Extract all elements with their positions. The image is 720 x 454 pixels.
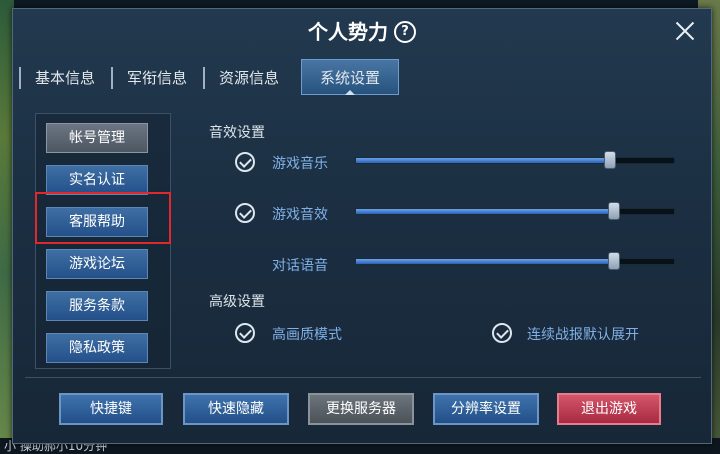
game-forum-button[interactable]: 游戏论坛 xyxy=(46,249,148,279)
resolution-settings-button[interactable]: 分辨率设置 xyxy=(433,393,539,425)
game-music-label: 游戏音乐 xyxy=(272,156,328,172)
slider-handle[interactable] xyxy=(604,151,617,169)
slider-fill xyxy=(356,259,614,264)
auto-expand-report-checkbox[interactable] xyxy=(492,323,512,343)
high-quality-label: 高画质模式 xyxy=(272,327,342,343)
account-management-button[interactable]: 帐号管理 xyxy=(46,123,148,153)
sound-settings-title: 音效设置 xyxy=(209,125,265,141)
high-quality-checkbox[interactable] xyxy=(235,323,255,343)
privacy-policy-button[interactable]: 隐私政策 xyxy=(46,333,148,363)
slider-handle[interactable] xyxy=(607,202,620,220)
game-sfx-label: 游戏音效 xyxy=(272,207,328,223)
real-name-auth-button[interactable]: 实名认证 xyxy=(46,165,148,195)
personal-power-dialog: 个人势力? 基本信息 军衔信息 资源信息 系统设置 帐号管理 实名认证 客服帮助… xyxy=(12,8,712,444)
customer-service-button[interactable]: 客服帮助 xyxy=(46,207,148,237)
game-sfx-checkbox[interactable] xyxy=(235,203,255,223)
slider-fill xyxy=(356,209,614,214)
help-icon[interactable]: ? xyxy=(394,20,416,43)
quick-hide-button[interactable]: 快速隐藏 xyxy=(183,393,289,425)
tab-label: 资源信息 xyxy=(219,68,280,87)
tab-rank-info[interactable]: 军衔信息 xyxy=(111,59,203,95)
dialog-title-bar: 个人势力? xyxy=(13,9,711,55)
advanced-settings-title: 高级设置 xyxy=(209,294,265,310)
close-icon[interactable] xyxy=(673,19,697,43)
slider-handle[interactable] xyxy=(607,252,620,270)
tab-label: 基本信息 xyxy=(35,68,96,87)
dialogue-voice-label: 对话语音 xyxy=(272,258,328,274)
exit-game-button[interactable]: 退出游戏 xyxy=(557,393,661,425)
tab-label: 军衔信息 xyxy=(127,68,188,87)
shortcut-keys-button[interactable]: 快捷键 xyxy=(59,393,163,425)
terms-of-service-button[interactable]: 服务条款 xyxy=(46,291,148,321)
dialog-title: 个人势力 xyxy=(308,20,388,44)
divider xyxy=(25,377,701,378)
auto-expand-report-label: 连续战报默认展开 xyxy=(527,327,639,343)
change-server-button[interactable]: 更换服务器 xyxy=(308,393,414,425)
tab-bar: 基本信息 军衔信息 资源信息 系统设置 xyxy=(19,59,400,95)
game-music-slider[interactable] xyxy=(355,151,675,169)
sidebar-panel: 帐号管理 实名认证 客服帮助 游戏论坛 服务条款 隐私政策 xyxy=(35,113,171,369)
game-music-checkbox[interactable] xyxy=(235,152,255,172)
tab-basic-info[interactable]: 基本信息 xyxy=(19,59,111,95)
dialogue-voice-slider[interactable] xyxy=(355,252,675,270)
tab-resource-info[interactable]: 资源信息 xyxy=(203,59,295,95)
slider-fill xyxy=(356,158,611,163)
tab-label: 系统设置 xyxy=(320,68,381,87)
game-sfx-slider[interactable] xyxy=(355,202,675,220)
tab-system-settings[interactable]: 系统设置 xyxy=(301,59,400,95)
